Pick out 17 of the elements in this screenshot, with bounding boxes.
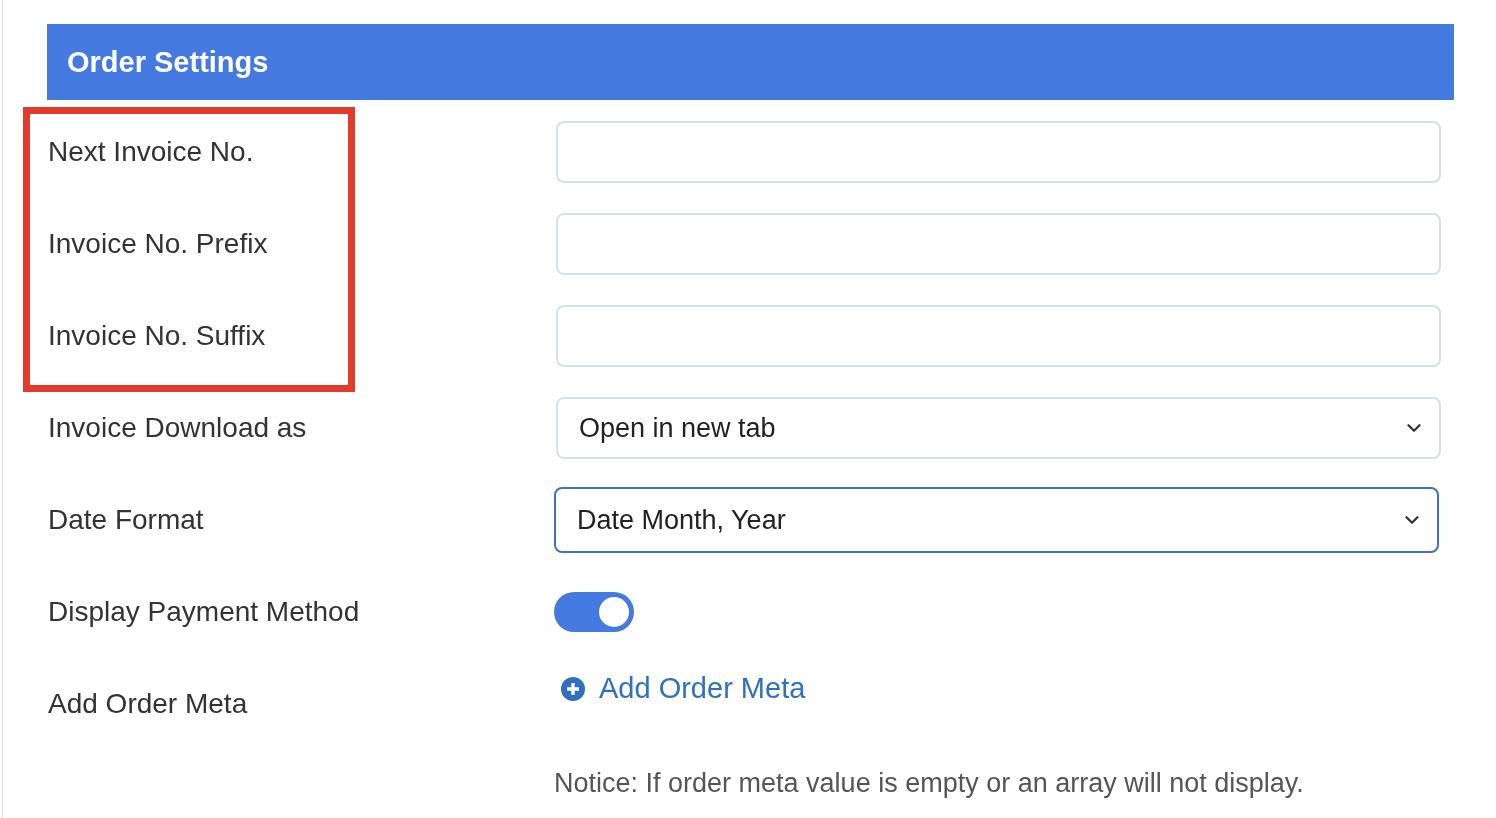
field-label: Display Payment Method — [47, 596, 361, 628]
section-header: Order Settings — [47, 24, 1454, 100]
add-order-meta-link[interactable]: Add Order Meta — [561, 672, 806, 705]
select-dropdown[interactable]: Date Month, Year — [554, 487, 1439, 553]
text-input-field[interactable] — [556, 121, 1441, 183]
field-label: Invoice No. Suffix — [47, 320, 267, 352]
select-dropdown[interactable]: Open in new tab — [556, 397, 1441, 459]
toggle-switch[interactable] — [554, 592, 634, 632]
field-label: Invoice Download as — [47, 412, 308, 444]
text-input-field[interactable] — [556, 213, 1441, 275]
plus-circle-icon — [561, 676, 585, 701]
notice-text: Notice: If order meta value is empty or an array will not display. — [554, 768, 1305, 799]
field-label: Date Format — [47, 504, 205, 536]
text-input-field[interactable] — [556, 305, 1441, 367]
field-label: Next Invoice No. — [47, 136, 255, 168]
field-label: Add Order Meta — [47, 688, 249, 721]
field-label: Invoice No. Prefix — [47, 228, 269, 260]
